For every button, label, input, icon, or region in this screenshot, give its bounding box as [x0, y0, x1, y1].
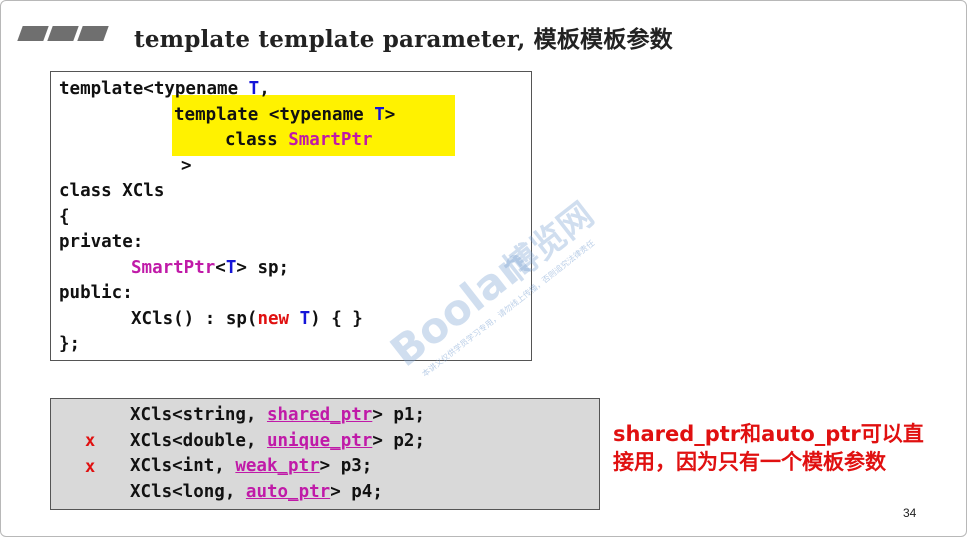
code-text: ,: [259, 79, 270, 99]
code-text: XCls<string,: [130, 405, 267, 425]
code-block: template<typename T, template <typename …: [50, 71, 532, 361]
explanation-note: shared_ptr和auto_ptr可以直 接用，因为只有一个模板参数: [613, 420, 953, 476]
code-line-6: {: [59, 207, 70, 227]
code-text: > sp;: [236, 258, 290, 278]
code-text: XCls<double,: [130, 431, 267, 451]
code-text: XCls() : sp(: [131, 309, 258, 329]
code-line-11: };: [59, 334, 81, 354]
code-line-3: class SmartPtr: [225, 129, 373, 151]
type-param: T: [248, 79, 260, 99]
smart-pointer-name: unique_ptr: [266, 431, 373, 451]
type-param: T: [299, 309, 311, 329]
code-line-7: private:: [59, 232, 144, 252]
smart-pointer-name: shared_ptr: [266, 405, 373, 425]
template-name: SmartPtr: [131, 258, 216, 278]
code-text: XCls<int,: [130, 456, 236, 476]
code-text: > p2;: [372, 431, 426, 451]
code-text: >: [384, 105, 396, 125]
type-param: T: [225, 258, 237, 278]
code-text: > p3;: [319, 456, 373, 476]
slide-title: template template parameter, 模板模板参数: [134, 26, 673, 53]
page-number: 34: [903, 506, 917, 520]
code-line-1: template<typename T,: [59, 78, 270, 100]
type-param: T: [374, 105, 385, 125]
code-line-5: class XCls: [59, 181, 165, 201]
code-line-9: public:: [59, 283, 133, 303]
code-line-4: >: [181, 156, 192, 176]
usage-row: XCls<long, auto_ptr> p4;: [130, 481, 383, 503]
template-name: SmartPtr: [288, 130, 373, 150]
invalid-mark: x: [85, 431, 96, 451]
usage-row: XCls<double, unique_ptr> p2;: [130, 430, 425, 452]
new-keyword: new: [257, 309, 290, 329]
code-line-8: SmartPtr<T> sp;: [131, 257, 289, 279]
decor-bar-2: [47, 26, 79, 41]
code-text: <: [215, 258, 226, 278]
invalid-mark: x: [85, 457, 96, 477]
code-text: class: [225, 130, 289, 150]
usage-block: x x XCls<string, shared_ptr> p1; XCls<do…: [50, 398, 600, 510]
smart-pointer-name: auto_ptr: [245, 482, 331, 502]
code-line-2: template <typename T>: [174, 104, 395, 126]
usage-row: XCls<string, shared_ptr> p1;: [130, 404, 425, 426]
code-text: > p4;: [330, 482, 383, 502]
code-text: template <typename: [174, 105, 375, 125]
note-line-1: shared_ptr和auto_ptr可以直: [613, 422, 924, 446]
smart-pointer-name: weak_ptr: [235, 456, 320, 476]
code-text: > p1;: [372, 405, 426, 425]
code-text: ) { }: [310, 309, 363, 329]
code-text: XCls<long,: [130, 482, 246, 502]
decor-bar-3: [77, 26, 109, 41]
note-line-2: 接用，因为只有一个模板参数: [613, 450, 886, 474]
decor-bar-1: [17, 26, 49, 41]
usage-row: XCls<int, weak_ptr> p3;: [130, 455, 372, 477]
code-line-10: XCls() : sp(new T) { }: [131, 308, 363, 330]
code-text: template<typename: [59, 79, 249, 99]
